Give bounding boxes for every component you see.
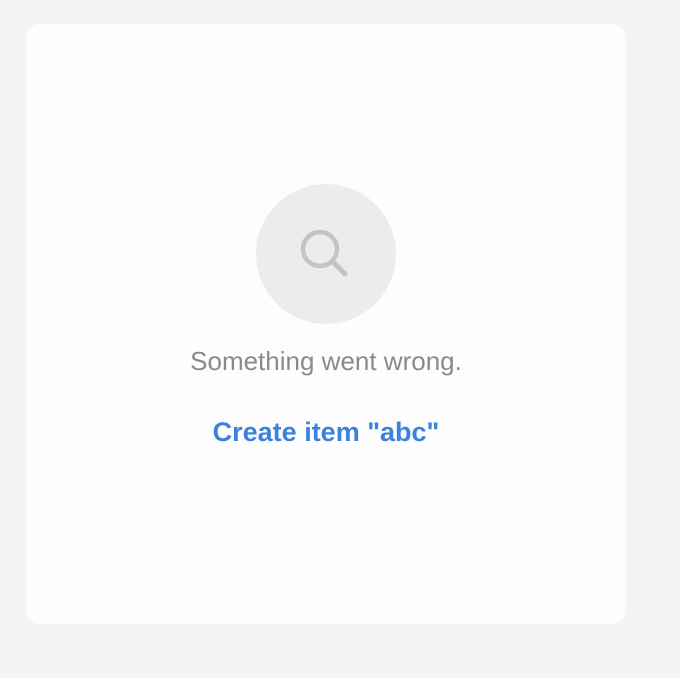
search-icon <box>300 229 348 277</box>
error-message: Something went wrong. <box>190 346 462 376</box>
empty-state-panel: Something went wrong. Create item "abc" <box>26 24 626 624</box>
search-icon-badge <box>256 184 396 324</box>
create-item-link[interactable]: Create item "abc" <box>26 415 626 449</box>
